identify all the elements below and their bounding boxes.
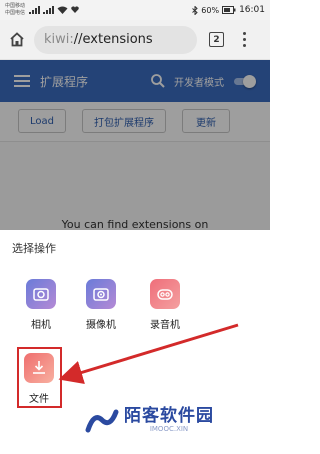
watermark: 陌客软件园 IMOOC.XIN xyxy=(84,407,214,434)
watermark-subtext: IMOOC.XIN xyxy=(149,425,189,433)
annotation-arrow xyxy=(58,323,239,384)
watermark-text: 陌客软件园 xyxy=(124,406,214,426)
watermark-logo-icon xyxy=(85,409,119,432)
